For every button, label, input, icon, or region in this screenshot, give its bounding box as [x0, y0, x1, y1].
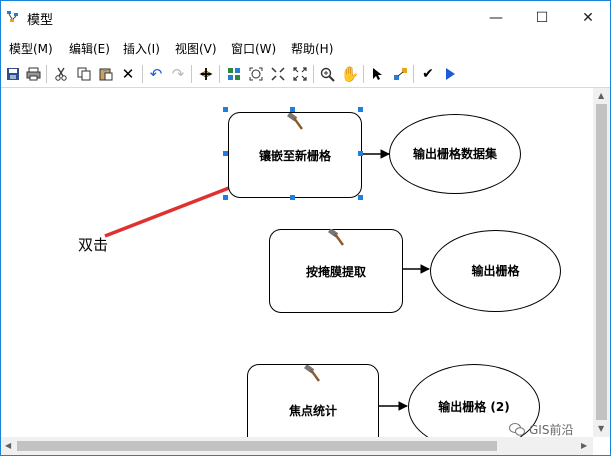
output-raster[interactable]: 输出栅格 — [430, 230, 561, 312]
zoom-out-fixed-icon[interactable] — [291, 65, 309, 83]
model-canvas[interactable]: 镶嵌至新栅格 输出栅格数据集 按掩膜提取 输出栅格 焦点统计 输出栅格 (2) … — [1, 88, 593, 437]
toolbar-separator — [46, 65, 47, 83]
connect-icon[interactable] — [391, 65, 409, 83]
title-bar: 模型 — ☐ ✕ — [1, 1, 610, 35]
toolbar-separator — [142, 65, 143, 83]
toolbar-separator — [191, 65, 192, 83]
output-label: 输出栅格 (2) — [438, 399, 510, 414]
undo-icon[interactable]: ↶ — [147, 65, 165, 83]
scroll-up-icon[interactable]: ▲ — [598, 91, 604, 100]
toolbar-separator — [413, 65, 414, 83]
watermark-text: GIS前沿 — [529, 423, 574, 437]
minimize-button[interactable]: — — [473, 1, 519, 35]
scroll-right-icon[interactable]: ▶ — [581, 441, 587, 450]
selection-handle[interactable] — [358, 151, 363, 156]
horizontal-scroll-thumb[interactable] — [17, 441, 497, 451]
process-label: 镶嵌至新栅格 — [258, 148, 331, 163]
menu-bar: 模型(M) 编辑(E) 插入(I) 视图(V) 窗口(W) 帮助(H) — [1, 37, 610, 59]
selection-handle[interactable] — [223, 151, 228, 156]
hammer-icon — [327, 228, 345, 250]
auto-layout-icon[interactable] — [225, 65, 243, 83]
zoom-in-icon[interactable] — [318, 65, 336, 83]
menu-model[interactable]: 模型(M) — [9, 40, 53, 57]
menu-edit[interactable]: 编辑(E) — [69, 40, 110, 57]
delete-icon[interactable]: ✕ — [119, 65, 137, 83]
toolbar-separator — [219, 65, 220, 83]
close-button[interactable]: ✕ — [565, 1, 610, 35]
process-label: 按掩膜提取 — [305, 264, 366, 279]
validate-icon[interactable]: ✔ — [419, 65, 437, 83]
pan-icon[interactable]: ✋ — [341, 65, 360, 83]
paste-icon[interactable] — [97, 65, 115, 83]
toolbar-separator — [313, 65, 314, 83]
run-icon[interactable] — [441, 65, 459, 83]
vertical-scroll-thumb[interactable] — [596, 104, 607, 420]
wechat-icon — [509, 423, 525, 436]
process-label: 焦点统计 — [288, 403, 337, 418]
redo-icon[interactable]: ↷ — [169, 65, 187, 83]
maximize-button[interactable]: ☐ — [519, 1, 565, 35]
selection-handle[interactable] — [358, 195, 363, 200]
scroll-down-icon[interactable]: ▼ — [598, 424, 604, 433]
menu-help[interactable]: 帮助(H) — [291, 40, 333, 57]
annotation-text: 双击 — [78, 236, 109, 254]
select-icon[interactable] — [369, 65, 387, 83]
watermark: GIS前沿 — [509, 421, 573, 438]
menu-window[interactable]: 窗口(W) — [231, 40, 276, 57]
output-label: 输出栅格 — [471, 263, 520, 278]
toolbar: ✕ ↶ ↷ ✋ ✔ — [1, 61, 610, 88]
selection-handle[interactable] — [290, 195, 295, 200]
selection-handle[interactable] — [223, 195, 228, 200]
hammer-icon — [286, 112, 304, 134]
zoom-in-fixed-icon[interactable] — [269, 65, 287, 83]
menu-insert[interactable]: 插入(I) — [123, 40, 160, 57]
output-label: 输出栅格数据集 — [413, 146, 498, 161]
menu-view[interactable]: 视图(V) — [175, 40, 217, 57]
selection-handle[interactable] — [358, 107, 363, 112]
save-icon[interactable] — [4, 65, 22, 83]
add-data-icon[interactable] — [197, 65, 215, 83]
full-extent-icon[interactable] — [247, 65, 265, 83]
model-app-icon — [7, 11, 18, 22]
selection-handle[interactable] — [290, 107, 295, 112]
print-icon[interactable] — [24, 65, 42, 83]
scroll-left-icon[interactable]: ◀ — [5, 441, 11, 450]
output-raster-dataset[interactable]: 输出栅格数据集 — [389, 114, 521, 194]
cut-icon[interactable] — [52, 65, 70, 83]
model-window: 模型 — ☐ ✕ 模型(M) 编辑(E) 插入(I) 视图(V) 窗口(W) 帮… — [0, 0, 611, 456]
selection-handle[interactable] — [223, 107, 228, 112]
window-title: 模型 — [27, 13, 54, 28]
toolbar-separator — [363, 65, 364, 83]
horizontal-scrollbar[interactable]: ◀ ▶ — [1, 437, 593, 455]
hammer-icon — [303, 364, 321, 386]
vertical-scrollbar[interactable]: ▲ ▼ — [593, 88, 610, 437]
copy-icon[interactable] — [75, 65, 93, 83]
